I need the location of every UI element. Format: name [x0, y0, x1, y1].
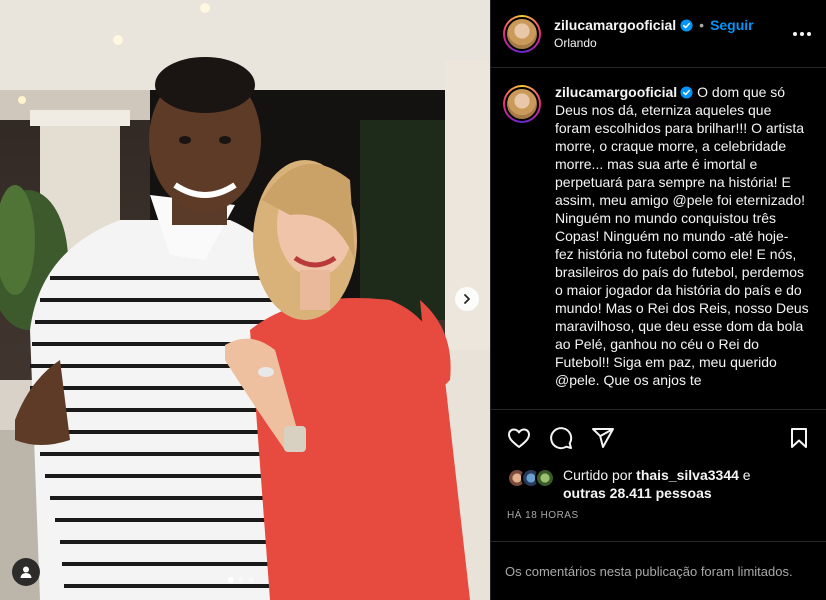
- more-options-icon: [793, 31, 811, 36]
- caption: zilucamargooficial O dom que só Deus nos …: [503, 83, 815, 389]
- more-options-button[interactable]: [790, 22, 814, 46]
- author-info: zilucamargooficial • Seguir Orlando: [554, 17, 790, 50]
- post-photo[interactable]: [0, 0, 490, 600]
- caption-area[interactable]: zilucamargooficial O dom que só Deus nos …: [491, 69, 826, 409]
- heart-icon: [508, 428, 530, 448]
- comment-icon: [550, 427, 573, 450]
- caption-body: O dom que só Deus nos dá, eterniza aquel…: [555, 84, 809, 388]
- post-timestamp[interactable]: HÁ 18 HORAS: [491, 510, 826, 521]
- actions-section: Curtido por thais_silva3344 e outras 28.…: [491, 409, 826, 521]
- bookmark-icon: [791, 428, 807, 448]
- chevron-right-icon: [464, 294, 470, 304]
- user-tag-button[interactable]: [12, 558, 40, 586]
- avatar[interactable]: [505, 16, 539, 51]
- likes-summary: Curtido por thais_silva3344 e outras 28.…: [491, 466, 826, 502]
- caption-username[interactable]: zilucamargooficial: [555, 84, 677, 100]
- avatar[interactable]: [505, 87, 539, 121]
- carousel-dot: [238, 577, 244, 583]
- save-button[interactable]: [787, 426, 811, 450]
- verified-badge-icon: [680, 18, 693, 32]
- action-bar: [491, 410, 826, 466]
- post-location[interactable]: Orlando: [554, 36, 790, 50]
- caption-text: zilucamargooficial O dom que só Deus nos …: [555, 83, 809, 389]
- carousel-next-button[interactable]: [455, 287, 479, 311]
- comments-limited-notice: Os comentários nesta publicação foram li…: [491, 541, 826, 600]
- share-button[interactable]: [591, 426, 615, 450]
- liked-by-others[interactable]: outras 28.411 pessoas: [563, 485, 712, 501]
- caption-avatar-ring[interactable]: [503, 85, 541, 123]
- user-tag-icon: [20, 566, 32, 578]
- author-username[interactable]: zilucamargooficial: [554, 17, 676, 33]
- likes-text: Curtido por thais_silva3344 e outras 28.…: [563, 466, 751, 502]
- author-avatar-ring[interactable]: [503, 14, 541, 53]
- carousel-dot: [248, 577, 254, 583]
- carousel-indicator: [228, 577, 254, 583]
- follow-button[interactable]: Seguir: [710, 17, 754, 33]
- post-details-panel: zilucamargooficial • Seguir Orlando zilu…: [490, 0, 826, 600]
- avatar: [535, 468, 555, 488]
- post-header: zilucamargooficial • Seguir Orlando: [491, 0, 826, 68]
- comment-button[interactable]: [549, 426, 573, 450]
- photo-image: [0, 0, 490, 600]
- liked-by-connector: e: [742, 467, 751, 483]
- liker-avatars[interactable]: [507, 468, 559, 488]
- liked-by-prefix: Curtido por: [563, 467, 633, 483]
- share-icon: [592, 428, 614, 448]
- separator-dot: •: [699, 17, 705, 33]
- carousel-dot: [228, 577, 234, 583]
- liked-by-user[interactable]: thais_silva3344: [636, 467, 739, 483]
- like-button[interactable]: [507, 426, 531, 450]
- verified-badge-icon: [680, 86, 693, 99]
